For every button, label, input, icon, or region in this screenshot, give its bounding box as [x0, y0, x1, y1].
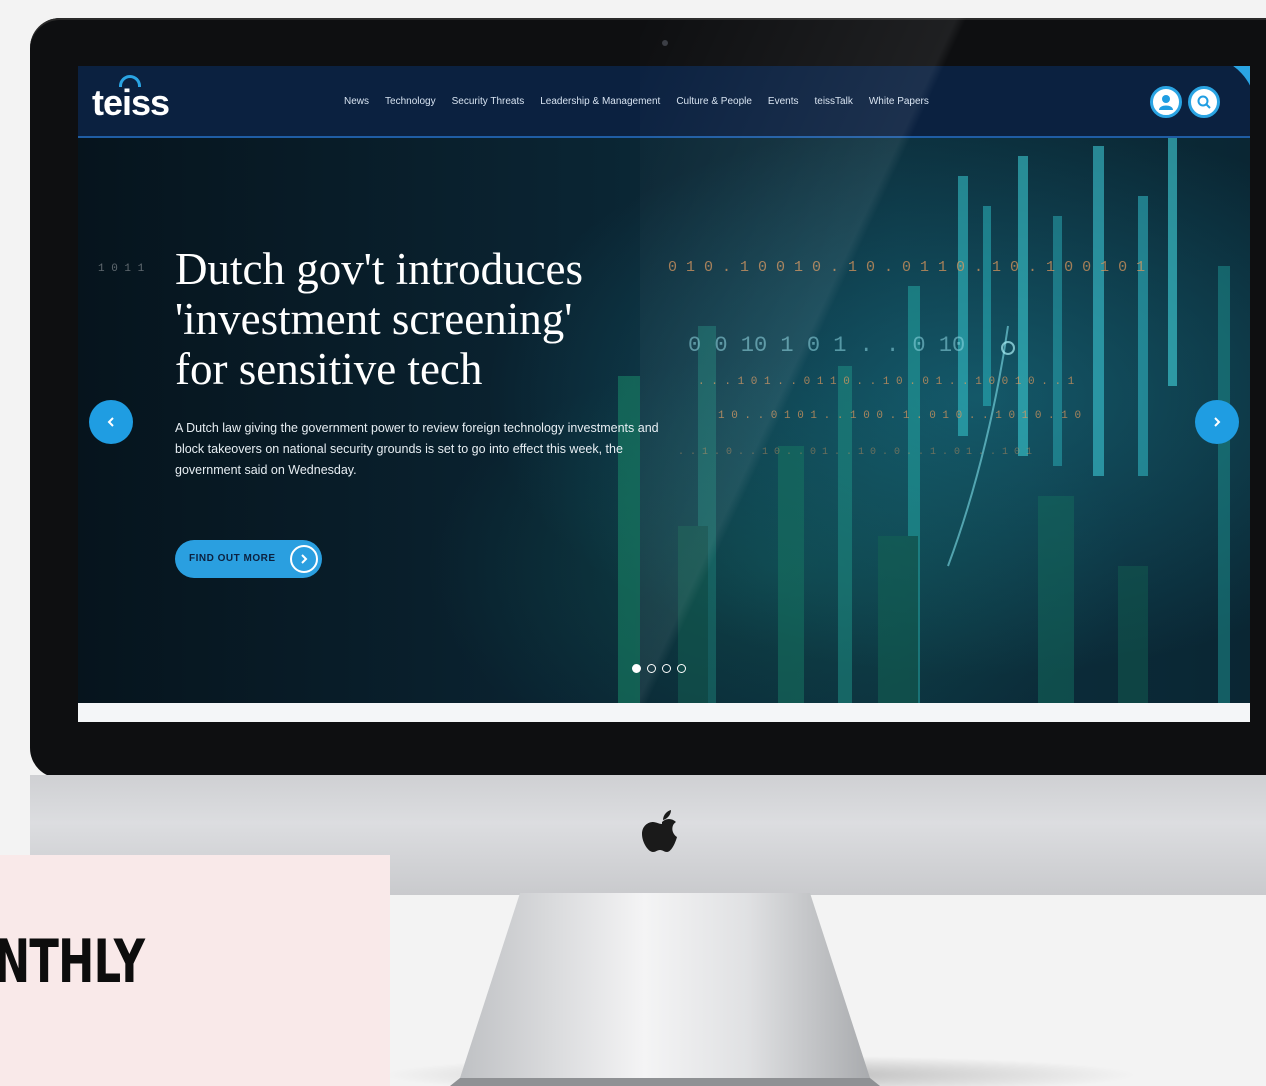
nav-link-culture[interactable]: Culture & People: [676, 96, 752, 107]
decorative-arc-icon: [1233, 66, 1250, 86]
webcam: [662, 40, 668, 46]
nav-link-events[interactable]: Events: [768, 96, 799, 107]
nav-link-leadership[interactable]: Leadership & Management: [540, 96, 660, 107]
binary-stream-1: 0 1 0 . 1 0 0 1 0 . 1 0 . 0 1 1 0 . 1 0 …: [668, 259, 1145, 276]
apple-logo-icon: [642, 810, 677, 852]
promo-text: NTHLY: [0, 927, 145, 997]
carousel-dot-4[interactable]: [677, 664, 686, 673]
monitor-stand: [450, 893, 880, 1086]
site-header: teiss News Technology Security Threats L…: [78, 66, 1250, 138]
carousel-dot-1[interactable]: [632, 664, 641, 673]
carousel-prev-button[interactable]: [89, 400, 133, 444]
nav-link-news[interactable]: News: [344, 96, 369, 107]
logo-arc-icon: [119, 75, 141, 87]
headline-line-3: for sensitive tech: [175, 344, 483, 394]
hero-summary: A Dutch law giving the government power …: [175, 421, 659, 477]
binary-stream-4: 1 0 . . 0 1 0 1 . . 1 0 0 . 1 . 0 1 0 . …: [718, 410, 1081, 422]
main-navigation: News Technology Security Threats Leaders…: [344, 96, 945, 107]
nav-link-technology[interactable]: Technology: [385, 96, 436, 107]
carousel-dot-2[interactable]: [647, 664, 656, 673]
binary-stream-3: . . . 1 0 1 . . 0 1 1 0 . . 1 0 . 0 1 . …: [698, 376, 1075, 388]
binary-stream-5: . . 1 . 0 . . 1 0 . . 0 1 . . 1 0 . 0 . …: [678, 447, 1032, 458]
search-icon: [1197, 95, 1211, 109]
content-strip: [78, 703, 1250, 722]
binary-stream-6: 1 0 1 1: [98, 263, 145, 275]
find-out-more-button[interactable]: FIND OUT MORE: [175, 540, 322, 578]
arrow-right-icon: [289, 545, 318, 573]
headline-line-1: Dutch gov't introduces: [175, 244, 584, 294]
account-button[interactable]: [1150, 86, 1182, 118]
cta-label: FIND OUT MORE: [189, 553, 276, 564]
headline-line-2: 'investment screening': [175, 294, 573, 344]
website-screen: 0 1 0 . 1 0 0 1 0 . 1 0 . 0 1 1 0 . 1 0 …: [78, 66, 1250, 722]
carousel-next-button[interactable]: [1195, 400, 1239, 444]
search-button[interactable]: [1188, 86, 1220, 118]
promo-box: NTHLY: [0, 855, 390, 1086]
nav-link-white-papers[interactable]: White Papers: [869, 96, 929, 107]
user-icon: [1159, 95, 1173, 110]
hero-headline[interactable]: Dutch gov't introduces 'investment scree…: [175, 244, 675, 394]
nav-link-security-threats[interactable]: Security Threats: [452, 96, 525, 107]
nav-link-teisstalk[interactable]: teissTalk: [815, 96, 853, 107]
carousel-pagination: [632, 664, 686, 673]
carousel-dot-3[interactable]: [662, 664, 671, 673]
site-logo[interactable]: teiss: [92, 82, 170, 124]
hero-graphic: 0 1 0 . 1 0 0 1 0 . 1 0 . 0 1 1 0 . 1 0 …: [98, 126, 1230, 706]
chevron-right-icon: [1214, 417, 1221, 427]
binary-stream-2: 0 0 10 1 0 1 . . 0 10: [688, 333, 965, 358]
chevron-left-icon: [107, 417, 114, 427]
stage: 0 1 0 . 1 0 0 1 0 . 1 0 . 0 1 1 0 . 1 0 …: [0, 0, 1266, 1086]
